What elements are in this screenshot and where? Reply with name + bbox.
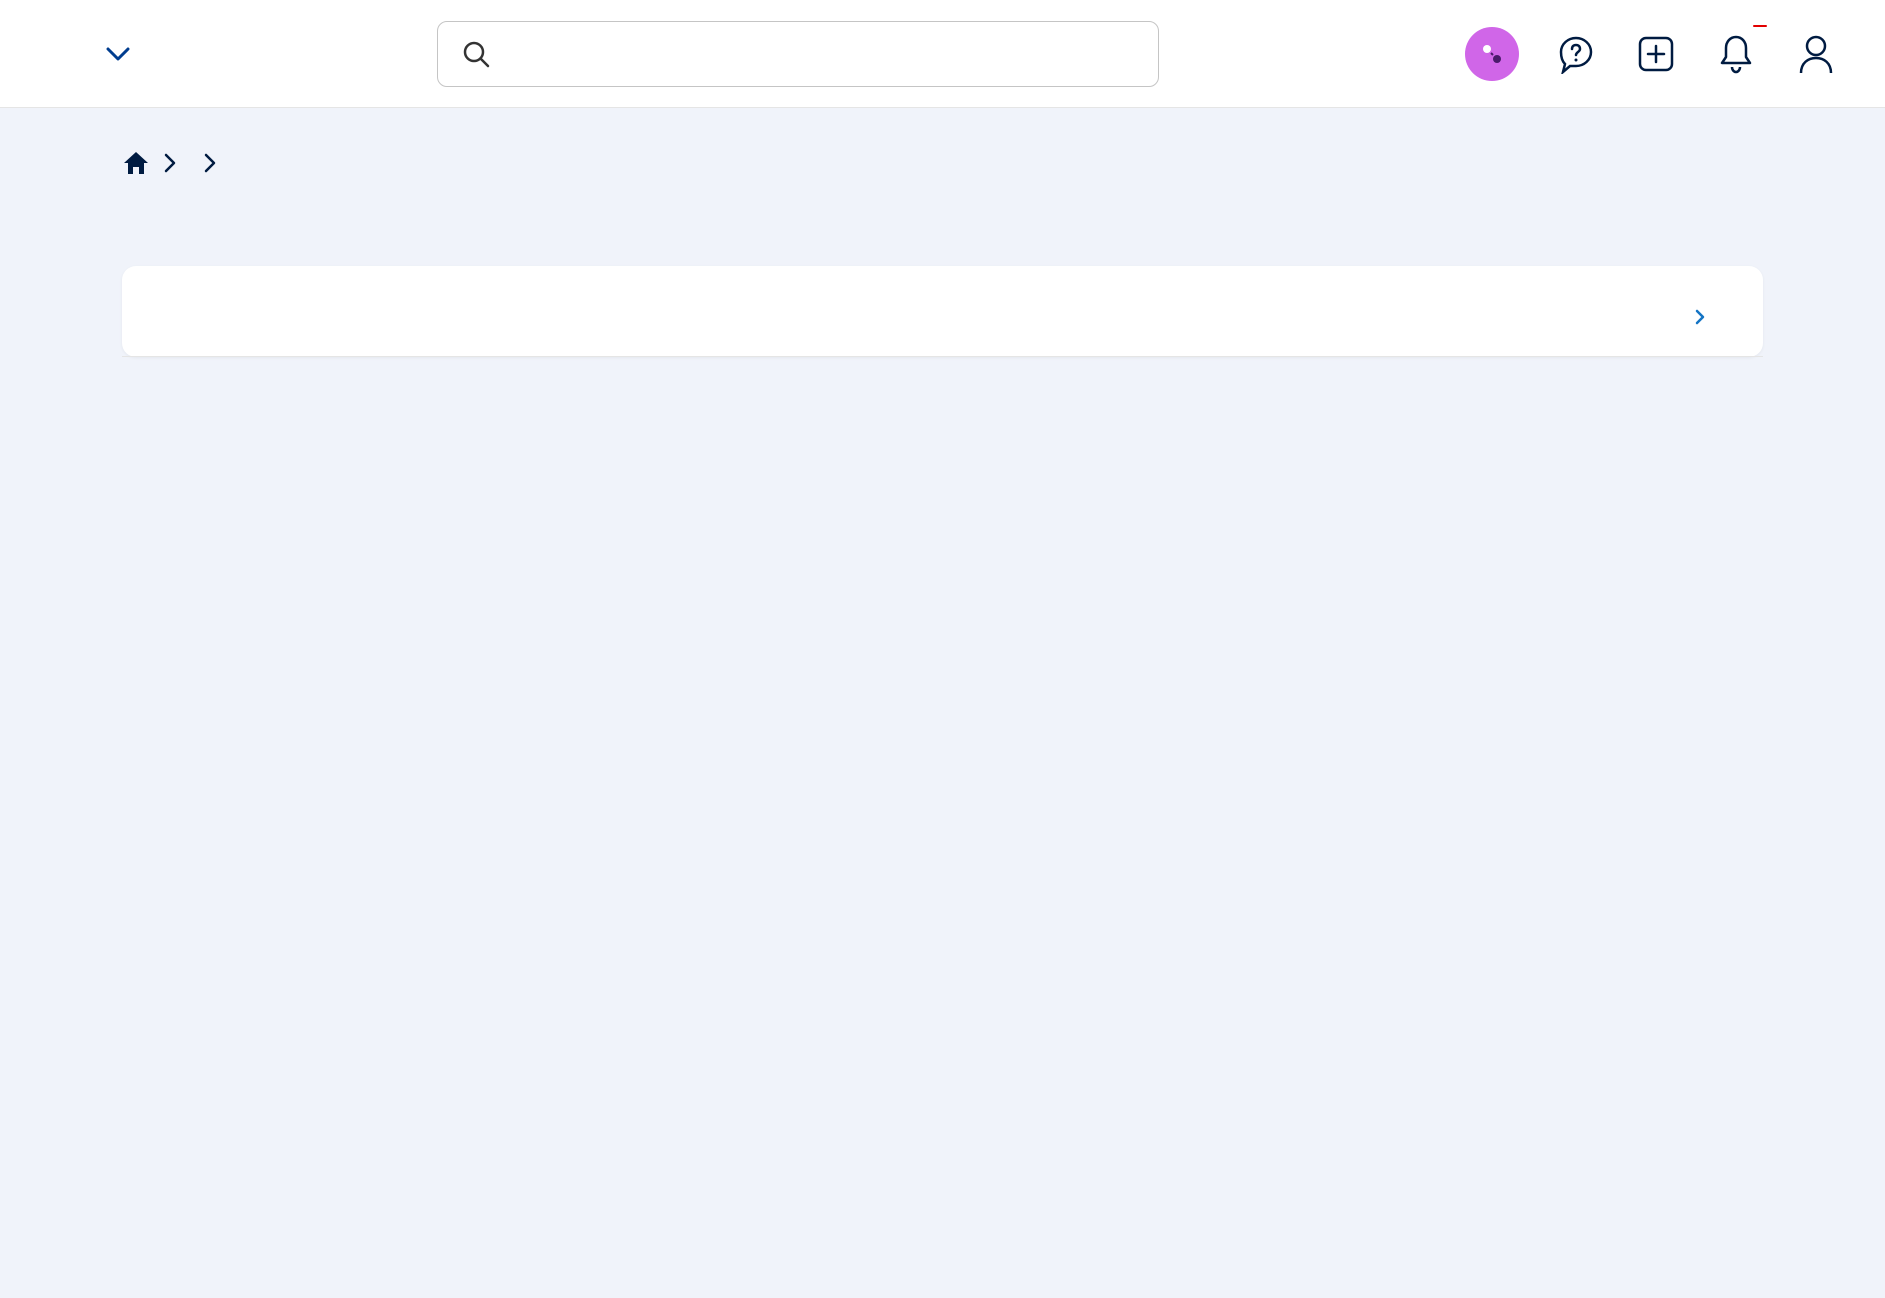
home-icon[interactable] [122, 150, 150, 176]
chevron-right-icon [164, 153, 176, 173]
chevron-down-icon [106, 47, 130, 61]
profile-button[interactable] [1793, 31, 1839, 77]
bell-icon [1717, 33, 1755, 75]
plus-square-icon [1636, 34, 1676, 74]
search-wrap [130, 21, 1465, 87]
ai-assistant-avatar[interactable] [1465, 27, 1519, 81]
header-actions [1465, 27, 1839, 81]
search-box[interactable] [437, 21, 1159, 87]
use-your-domain-link[interactable] [1695, 309, 1711, 325]
search-icon [462, 40, 490, 68]
notifications-badge [1753, 25, 1767, 27]
add-button[interactable] [1633, 31, 1679, 77]
chevron-right-icon [204, 153, 216, 173]
content-area [0, 108, 1885, 357]
destination-panel [122, 266, 1763, 357]
search-input[interactable] [508, 38, 1134, 69]
panel-header [122, 266, 1763, 357]
menu-button[interactable] [94, 47, 130, 61]
notifications-button[interactable] [1713, 31, 1759, 77]
help-button[interactable] [1553, 31, 1599, 77]
help-icon [1556, 34, 1596, 74]
user-icon [1796, 33, 1836, 75]
breadcrumb [122, 150, 1763, 176]
app-header [0, 0, 1885, 108]
chevron-right-icon [1695, 309, 1705, 325]
